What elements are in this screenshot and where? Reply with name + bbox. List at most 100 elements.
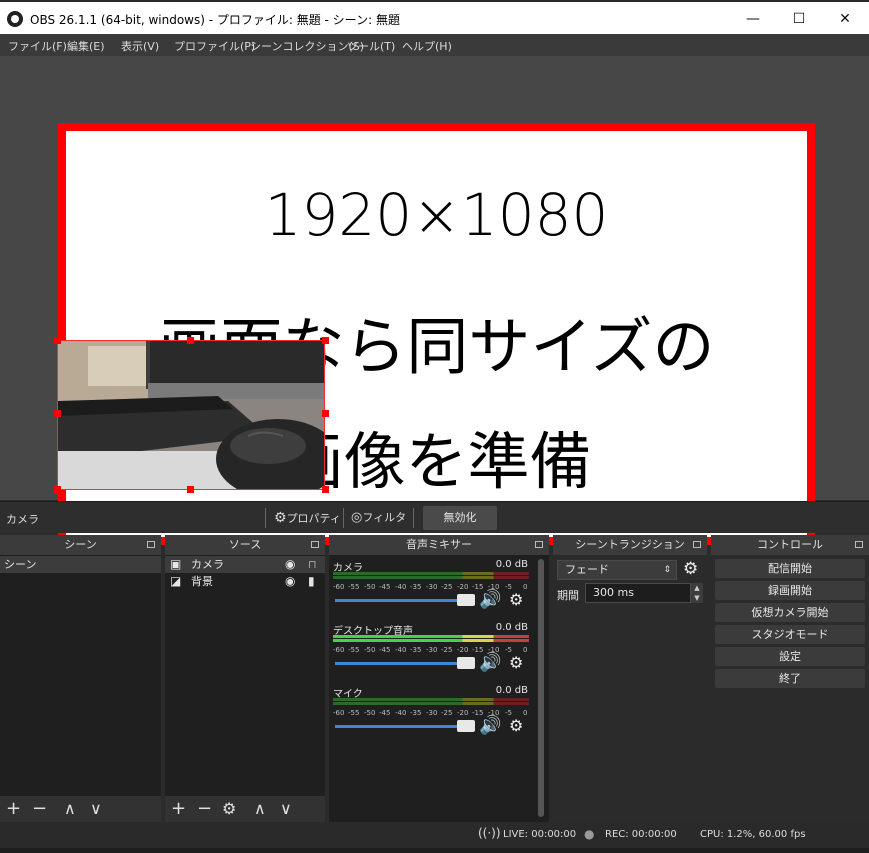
filters-button[interactable]: ◎フィルタ bbox=[351, 507, 406, 529]
transition-select[interactable]: フェード ⇕ bbox=[557, 560, 677, 580]
undock-icon[interactable] bbox=[311, 541, 319, 548]
scenes-dock: シーン シーン + − ∧ ∨ bbox=[0, 535, 161, 822]
sources-dock-header: ソース bbox=[165, 535, 325, 555]
menu-tools[interactable]: ツール(T) bbox=[347, 38, 395, 54]
menu-file[interactable]: ファイル(F) bbox=[8, 38, 67, 54]
mixer-channel-camera: カメラ 0.0 dB -60 -55 -50 -45 -40 -35 -30 -25 -20 -1… bbox=[329, 559, 534, 619]
eye-icon[interactable]: ◉ bbox=[285, 573, 295, 590]
resize-handle[interactable] bbox=[187, 486, 194, 493]
channel-db: 0.0 dB bbox=[495, 622, 528, 633]
gear-icon[interactable]: ⚙ bbox=[683, 559, 698, 579]
chevron-up-icon[interactable]: ∧ bbox=[254, 798, 266, 820]
resize-handle[interactable] bbox=[322, 337, 329, 344]
settings-button[interactable]: 設定 bbox=[715, 647, 865, 666]
volume-slider-handle[interactable] bbox=[457, 657, 475, 669]
menu-bar: ファイル(F) 編集(E) 表示(V) プロファイル(P) シーンコレクション(… bbox=[0, 34, 869, 56]
mixer-channel-desktop-audio: デスクトップ音声 0.0 dB -60 -55 -50 -45 -40 -35 -30 -25… bbox=[329, 622, 534, 682]
maximize-button[interactable]: ☐ bbox=[776, 6, 822, 32]
resize-handle[interactable] bbox=[322, 410, 329, 417]
live-status: LIVE: 00:00:00 bbox=[503, 829, 577, 840]
record-dot-icon: ● bbox=[584, 827, 595, 841]
disable-button[interactable]: 無効化 bbox=[423, 506, 497, 530]
source-list-item[interactable]: ▣ カメラ ◉ ⊓ bbox=[165, 556, 325, 573]
camera-source-frame[interactable] bbox=[57, 340, 325, 490]
camera-icon: ▣ bbox=[170, 557, 182, 571]
gear-icon[interactable]: ⚙ bbox=[509, 716, 523, 735]
remove-icon[interactable]: − bbox=[197, 798, 212, 820]
scenes-dock-header: シーン bbox=[0, 535, 161, 555]
properties-button[interactable]: ⚙プロパティ bbox=[274, 507, 341, 529]
preview-area[interactable]: 1920×1080 画面なら同サイズの 画像を準備 bbox=[0, 56, 869, 545]
image-icon: ◪ bbox=[170, 574, 182, 588]
minimize-button[interactable]: — bbox=[730, 6, 776, 32]
volume-meter bbox=[333, 698, 529, 701]
title-bar: OBS 26.1.1 (64-bit, windows) - プロファイル: 無… bbox=[0, 0, 869, 34]
duration-input[interactable]: 300 ms bbox=[585, 583, 691, 603]
window-title: OBS 26.1.1 (64-bit, windows) - プロファイル: 無… bbox=[30, 13, 400, 27]
gear-icon[interactable]: ⚙ bbox=[509, 653, 523, 672]
chevron-up-icon[interactable]: ∧ bbox=[64, 798, 76, 820]
undock-icon[interactable] bbox=[535, 541, 543, 548]
undock-icon[interactable] bbox=[855, 541, 863, 548]
audio-mixer-dock: 音声ミキサー カメラ 0.0 dB -60 -55 -50 -45 -40 -35 -30-… bbox=[329, 535, 549, 822]
source-toolbar: カメラ ⚙プロパティ ◎フィルタ 無効化 bbox=[0, 501, 869, 533]
audio-mixer-dock-header: 音声ミキサー bbox=[329, 535, 549, 555]
status-bar: ((·)) LIVE: 00:00:00 ● REC: 00:00:00 CPU… bbox=[0, 822, 869, 848]
resize-handle[interactable] bbox=[187, 337, 194, 344]
speaker-icon[interactable]: 🔊 bbox=[479, 589, 501, 610]
add-icon[interactable]: + bbox=[6, 798, 21, 820]
preview-line-1: 1920×1080 bbox=[264, 181, 609, 249]
volume-meter bbox=[333, 572, 529, 575]
chevron-down-icon[interactable]: ∨ bbox=[90, 798, 102, 820]
gear-icon[interactable]: ⚙ bbox=[222, 798, 236, 820]
menu-view[interactable]: 表示(V) bbox=[121, 38, 159, 54]
speaker-icon[interactable]: 🔊 bbox=[479, 652, 501, 673]
remove-icon[interactable]: − bbox=[32, 798, 47, 820]
rec-status: REC: 00:00:00 bbox=[605, 829, 677, 840]
channel-db: 0.0 dB bbox=[495, 685, 528, 696]
broadcast-icon: ((·)) bbox=[478, 826, 501, 840]
source-list-item[interactable]: ◪ 背景 ◉ ▮ bbox=[165, 573, 325, 590]
menu-profile[interactable]: プロファイル(P) bbox=[174, 38, 255, 54]
volume-slider[interactable] bbox=[335, 657, 475, 669]
volume-slider-handle[interactable] bbox=[457, 720, 475, 732]
unlock-icon[interactable]: ⊓ bbox=[308, 556, 317, 573]
sources-dock-footer: + − ⚙ ∧ ∨ bbox=[165, 796, 325, 822]
controls-dock-header: コントロール bbox=[711, 535, 869, 555]
gear-icon[interactable]: ⚙ bbox=[509, 590, 523, 609]
speaker-icon[interactable]: 🔊 bbox=[479, 715, 501, 736]
scenes-dock-footer: + − ∧ ∨ bbox=[0, 796, 161, 822]
eye-icon[interactable]: ◉ bbox=[285, 556, 295, 573]
volume-slider-handle[interactable] bbox=[457, 594, 475, 606]
channel-db: 0.0 dB bbox=[495, 559, 528, 570]
lock-icon[interactable]: ▮ bbox=[308, 573, 315, 590]
scene-list-item[interactable]: シーン bbox=[0, 556, 161, 573]
undock-icon[interactable] bbox=[147, 541, 155, 548]
volume-slider[interactable] bbox=[335, 594, 475, 606]
filter-icon: ◎ bbox=[351, 510, 363, 525]
menu-help[interactable]: ヘルプ(H) bbox=[402, 38, 452, 54]
resize-handle[interactable] bbox=[54, 410, 61, 417]
duration-label: 期間 bbox=[557, 589, 579, 602]
volume-slider[interactable] bbox=[335, 720, 475, 732]
duration-stepper[interactable]: ▲ ▼ bbox=[691, 583, 703, 603]
close-button[interactable]: ✕ bbox=[822, 6, 868, 32]
resize-handle[interactable] bbox=[54, 337, 61, 344]
divider bbox=[413, 508, 414, 528]
start-streaming-button[interactable]: 配信開始 bbox=[715, 559, 865, 578]
start-recording-button[interactable]: 録画開始 bbox=[715, 581, 865, 600]
mixer-scrollbar[interactable] bbox=[538, 559, 544, 817]
resize-handle[interactable] bbox=[54, 486, 61, 493]
add-icon[interactable]: + bbox=[171, 798, 186, 820]
resize-handle[interactable] bbox=[322, 486, 329, 493]
studio-mode-button[interactable]: スタジオモード bbox=[715, 625, 865, 644]
selected-source-name: カメラ bbox=[6, 513, 39, 526]
menu-edit[interactable]: 編集(E) bbox=[67, 38, 105, 54]
spinner-arrows-icon: ⇕ bbox=[663, 565, 671, 575]
undock-icon[interactable] bbox=[693, 541, 701, 548]
chevron-down-icon[interactable]: ∨ bbox=[280, 798, 292, 820]
divider bbox=[343, 508, 344, 528]
start-virtual-camera-button[interactable]: 仮想カメラ開始 bbox=[715, 603, 865, 622]
gear-icon: ⚙ bbox=[274, 510, 287, 526]
exit-button[interactable]: 終了 bbox=[715, 669, 865, 688]
